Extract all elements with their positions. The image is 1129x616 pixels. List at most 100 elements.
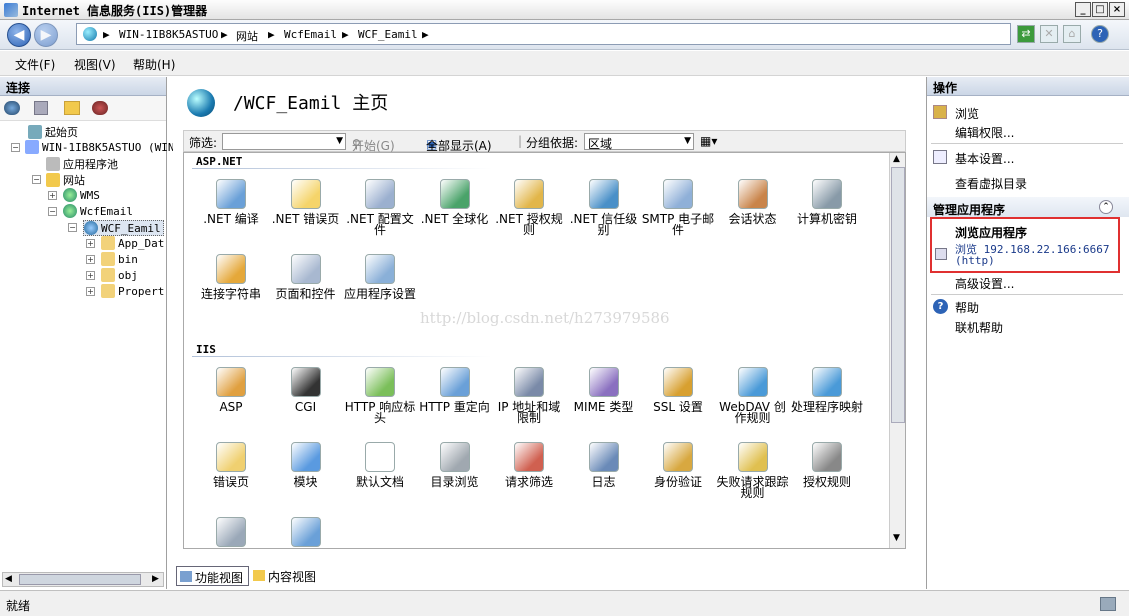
feature-item[interactable]: 会话状态 <box>716 179 790 225</box>
forward-button[interactable]: ▶ <box>34 23 58 47</box>
tree-wcfemail[interactable]: WcfEmail <box>63 204 133 218</box>
feature-item[interactable]: .NET 配置文件 <box>343 179 417 236</box>
feature-item[interactable]: 失败请求跟踪规则 <box>716 442 790 499</box>
basic-settings-link[interactable]: 基本设置... <box>955 150 1014 167</box>
feature-item[interactable]: .NET 全球化 <box>418 179 492 225</box>
manage-app-header: 管理应用程序 ⌃ <box>927 197 1129 217</box>
feature-item[interactable]: .NET 错误页 <box>269 179 343 225</box>
tab-features-view[interactable]: 功能视图 <box>176 566 249 586</box>
feature-item[interactable]: IP 地址和域限制 <box>492 367 566 424</box>
feature-item[interactable]: HTTP 重定向 <box>418 367 492 413</box>
crumb-sites[interactable]: 网站 <box>236 28 258 44</box>
filter-input[interactable]: ▼ <box>222 133 346 150</box>
scroll-down-icon[interactable]: ▼ <box>893 533 900 543</box>
tree-start-page[interactable]: 起始页 <box>28 124 78 140</box>
view-mode-icon[interactable]: ▦▾ <box>700 134 717 148</box>
feature-item[interactable]: HTTP 响应标头 <box>343 367 417 424</box>
feature-item[interactable]: 连接字符串 <box>194 254 268 300</box>
connect-icon[interactable] <box>4 101 20 115</box>
feature-item[interactable]: CGI <box>269 367 343 413</box>
crumb-wcfemail[interactable]: WcfEmail <box>284 28 337 41</box>
browse-app-protocol[interactable]: (http) <box>955 254 995 267</box>
address-bar[interactable]: ▶ WIN-1IB8K5ASTUO ▶ 网站 ▶ WcfEmail ▶ WCF_… <box>76 23 1011 45</box>
tree-app-data[interactable]: App_Dat <box>101 236 164 250</box>
menu-view[interactable]: 视图(V) <box>74 56 116 73</box>
feature-item[interactable] <box>269 517 343 548</box>
scroll-left-icon[interactable]: ◀ <box>5 574 12 584</box>
crumb-wcfeamil[interactable]: WCF_Eamil <box>358 28 418 41</box>
tree-server[interactable]: WIN-1IB8K5ASTUO (WIN <box>25 140 174 154</box>
tree-app-pools[interactable]: 应用程序池 <box>46 156 118 172</box>
stop-icon[interactable]: ✕ <box>1040 25 1058 43</box>
feature-item[interactable]: 模块 <box>269 442 343 488</box>
expand-properties-icon[interactable]: + <box>86 287 95 296</box>
feature-item[interactable]: 授权规则 <box>790 442 864 488</box>
tree-obj[interactable]: obj <box>101 268 138 282</box>
expand-obj-icon[interactable]: + <box>86 271 95 280</box>
feature-item[interactable]: MIME 类型 <box>567 367 641 413</box>
group-header[interactable]: IIS <box>196 343 216 356</box>
collapse-sites-icon[interactable]: − <box>32 175 41 184</box>
back-button[interactable]: ◀ <box>7 23 31 47</box>
feature-item[interactable]: 页面和控件 <box>269 254 343 300</box>
feature-item[interactable]: 错误页 <box>194 442 268 488</box>
feature-item[interactable]: 计算机密钥 <box>790 179 864 225</box>
folder-icon <box>101 252 115 266</box>
tree-wcf-eamil-selected[interactable]: WCF_Eamil <box>83 220 164 236</box>
up-folder-icon[interactable] <box>64 101 80 115</box>
tree-wms[interactable]: WMS <box>63 188 100 202</box>
help-link[interactable]: 帮助 <box>955 299 979 316</box>
feature-item[interactable] <box>194 517 268 548</box>
feature-item[interactable]: 日志 <box>567 442 641 488</box>
menu-help[interactable]: 帮助(H) <box>133 56 175 73</box>
tree-sites[interactable]: 网站 <box>46 172 85 188</box>
feature-item[interactable]: 身份验证 <box>641 442 715 488</box>
feature-vertical-scrollbar[interactable]: ▲ ▼ <box>889 153 905 548</box>
feature-item[interactable]: 默认文档 <box>343 442 417 488</box>
advanced-settings-link[interactable]: 高级设置... <box>955 275 1014 292</box>
menu-file[interactable]: 文件(F) <box>15 56 55 73</box>
refresh-icon[interactable]: ⇄ <box>1017 25 1035 43</box>
browse-link[interactable]: 浏览 <box>955 105 979 122</box>
collapse-wcfemail-icon[interactable]: − <box>48 207 57 216</box>
feature-item[interactable]: .NET 授权规则 <box>492 179 566 236</box>
group-by-select[interactable]: 区域 ▼ <box>584 133 694 151</box>
disconnect-icon[interactable] <box>92 101 108 115</box>
scroll-right-icon[interactable]: ▶ <box>152 574 159 584</box>
folder-icon <box>101 236 115 250</box>
view-virtual-dirs-link[interactable]: 查看虚拟目录 <box>955 175 1027 192</box>
close-button[interactable]: × <box>1109 2 1125 17</box>
help-icon[interactable]: ? <box>1091 25 1109 43</box>
save-icon[interactable] <box>34 101 48 115</box>
collapse-server-icon[interactable]: − <box>11 143 20 152</box>
edit-permissions-link[interactable]: 编辑权限... <box>955 124 1014 141</box>
feature-item[interactable]: 应用程序设置 <box>343 254 417 300</box>
crumb-server[interactable]: WIN-1IB8K5ASTUO <box>119 28 218 41</box>
feature-item[interactable]: ASP <box>194 367 268 413</box>
scroll-up-icon[interactable]: ▲ <box>893 154 900 164</box>
feature-item[interactable]: 处理程序映射 <box>790 367 864 413</box>
feature-item[interactable]: SSL 设置 <box>641 367 715 413</box>
tree-properties[interactable]: Propert <box>101 284 164 298</box>
minimize-button[interactable]: _ <box>1075 2 1091 17</box>
collapse-icon[interactable]: ⌃ <box>1099 200 1113 214</box>
scroll-thumb[interactable] <box>891 167 905 423</box>
scroll-thumb[interactable] <box>19 574 141 585</box>
tab-content-view[interactable]: 内容视图 <box>250 566 320 586</box>
feature-item[interactable]: WebDAV 创作规则 <box>716 367 790 424</box>
feature-item[interactable]: 目录浏览 <box>418 442 492 488</box>
expand-appdata-icon[interactable]: + <box>86 239 95 248</box>
feature-item[interactable]: .NET 编译 <box>194 179 268 225</box>
group-header[interactable]: ASP.NET <box>196 155 242 168</box>
feature-item[interactable]: SMTP 电子邮件 <box>641 179 715 236</box>
feature-item[interactable]: 请求筛选 <box>492 442 566 488</box>
maximize-button[interactable]: □ <box>1092 2 1108 17</box>
expand-wms-icon[interactable]: + <box>48 191 57 200</box>
collapse-wcfeamil-icon[interactable]: − <box>68 223 77 232</box>
expand-bin-icon[interactable]: + <box>86 255 95 264</box>
connections-horizontal-scrollbar[interactable]: ◀ ▶ <box>2 572 164 587</box>
tree-bin[interactable]: bin <box>101 252 138 266</box>
home-icon[interactable]: ⌂ <box>1063 25 1081 43</box>
online-help-link[interactable]: 联机帮助 <box>955 319 1003 336</box>
feature-item[interactable]: .NET 信任级别 <box>567 179 641 236</box>
